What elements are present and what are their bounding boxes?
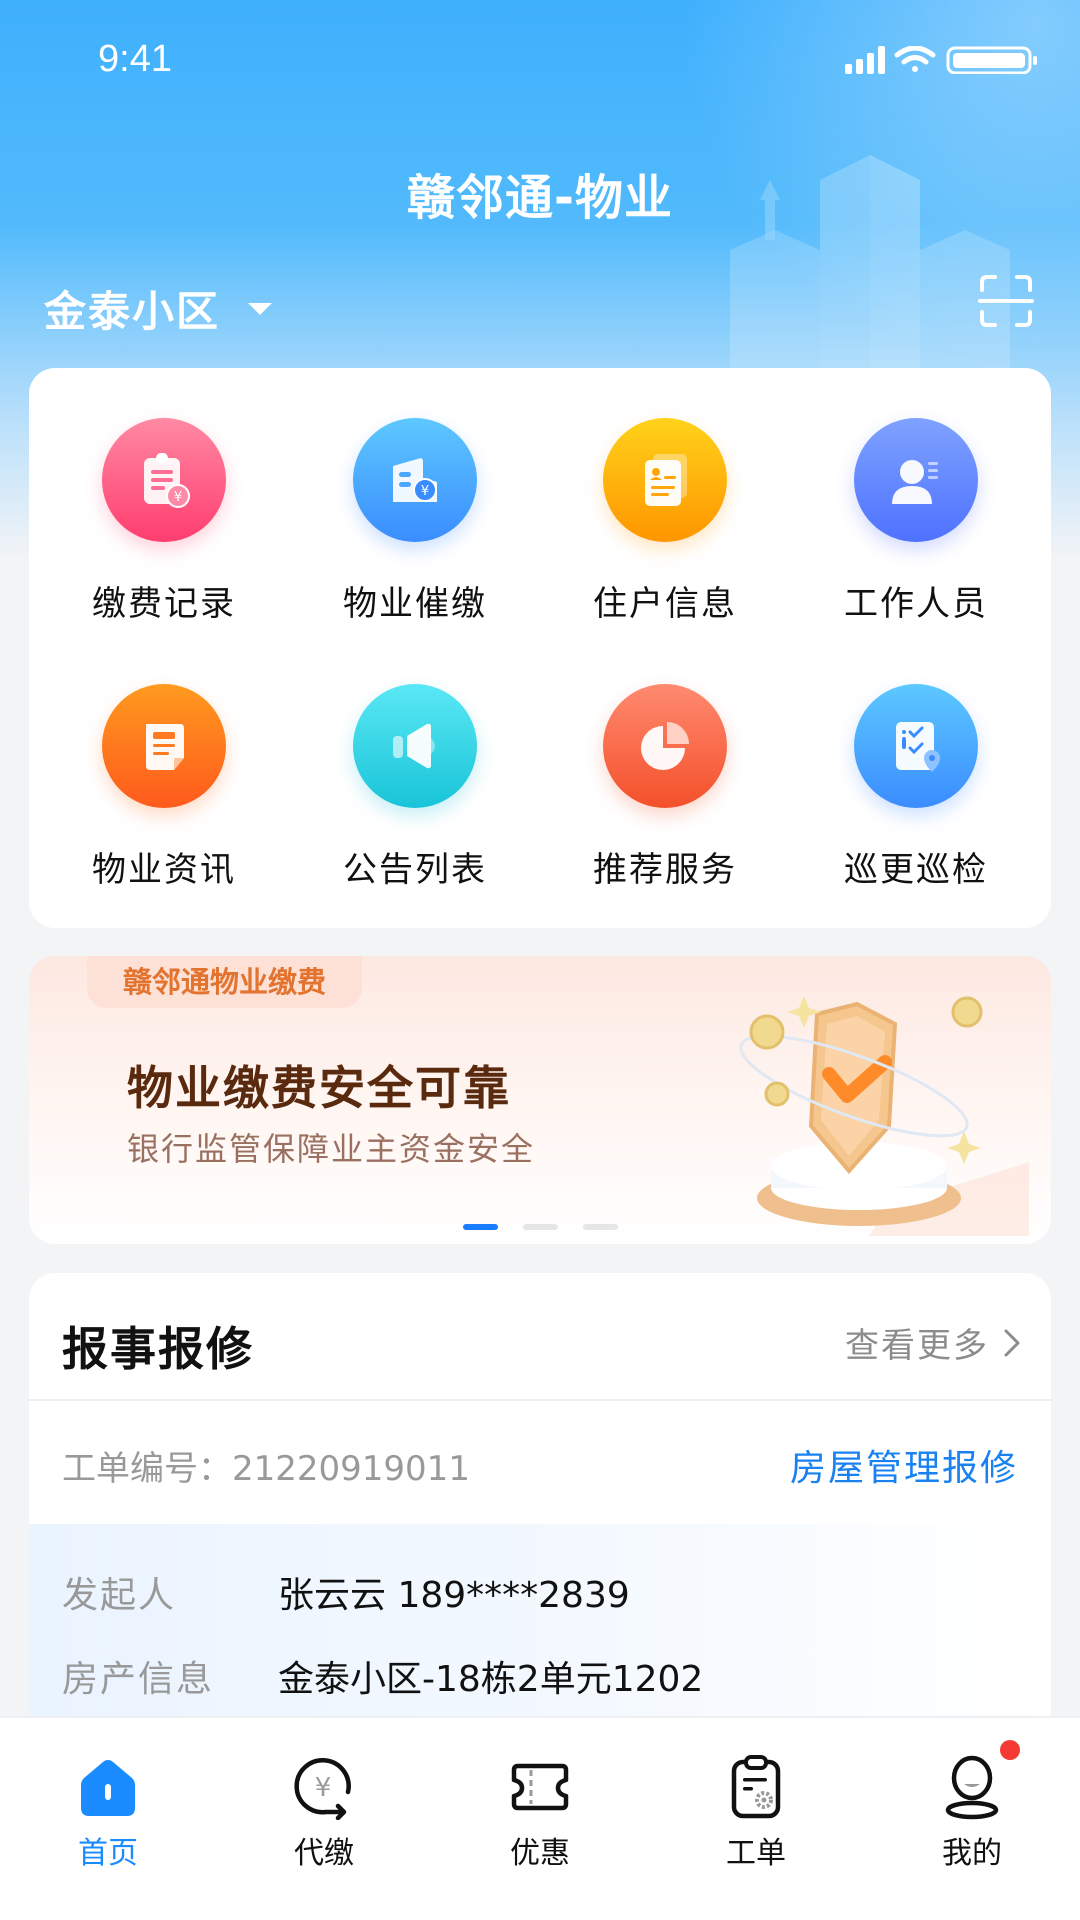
- divider: [29, 1399, 1051, 1401]
- svg-text:¥: ¥: [174, 490, 182, 505]
- scan-icon[interactable]: [978, 274, 1034, 328]
- tab-proxy-pay[interactable]: ¥ 代缴: [216, 1718, 432, 1920]
- info-row-property: 房产信息 金泰小区-18栋2单元1202: [62, 1650, 703, 1702]
- caret-down-icon: [248, 302, 273, 315]
- order-number-row: 工单编号：21220919011: [62, 1441, 470, 1490]
- tab-label: 我的: [942, 1836, 1002, 1871]
- community-name: 金泰小区: [44, 287, 221, 336]
- carousel-dot-2[interactable]: [523, 1224, 558, 1230]
- menu-label: 巡更巡检: [844, 850, 988, 890]
- status-time: 9:41: [98, 38, 172, 80]
- fee-reminder-icon: ¥: [353, 418, 477, 542]
- resident-info-icon: [603, 418, 727, 542]
- menu-item-staff[interactable]: 工作人员: [791, 368, 1041, 624]
- app-title: 赣邻通-物业: [407, 170, 673, 226]
- info-label: 房产信息: [62, 1659, 215, 1700]
- bottom-tab-bar: 首页 ¥ 代缴 优惠 工单 我的: [0, 1716, 1080, 1920]
- wifi-icon: [894, 46, 936, 72]
- banner-subtitle: 银行监管保障业主资金安全: [127, 1130, 536, 1168]
- status-bar: 9:41: [0, 0, 1080, 120]
- tab-coupon[interactable]: 优惠: [432, 1718, 648, 1920]
- work-order-icon: [731, 1755, 781, 1819]
- profile-icon: [945, 1755, 999, 1820]
- tab-home[interactable]: 首页: [0, 1718, 216, 1920]
- menu-item-recommend-service[interactable]: 推荐服务: [540, 634, 790, 890]
- order-number: 21220919011: [232, 1449, 470, 1489]
- menu-item-payment-record[interactable]: ¥ 缴费记录: [39, 368, 289, 624]
- svg-text:¥: ¥: [421, 484, 429, 499]
- staff-icon: [854, 418, 978, 542]
- home-icon: [81, 1760, 135, 1816]
- view-more-label: 查看更多: [845, 1326, 989, 1366]
- coupon-icon: [511, 1763, 569, 1811]
- promo-banner[interactable]: 赣邻通物业缴费 物业缴费安全可靠 银行监管保障业主资金安全: [29, 956, 1051, 1244]
- info-value: 张云云 189****2839: [278, 1575, 630, 1616]
- news-icon: [102, 684, 226, 808]
- repair-card: 报事报修 查看更多 工单编号：21220919011 房屋管理报修 发起人 张云…: [29, 1273, 1051, 1793]
- chevron-right-icon: [1004, 1329, 1020, 1356]
- quick-menu-card: ¥ 缴费记录 ¥ 物业催缴 住户信息 工作人员 物业资讯 公告列表 推荐服务 巡…: [29, 368, 1051, 928]
- info-value: 金泰小区-18栋2单元1202: [278, 1659, 704, 1700]
- menu-item-patrol-inspection[interactable]: 巡更巡检: [791, 634, 1041, 890]
- carousel-dot-3[interactable]: [583, 1224, 618, 1230]
- menu-label: 住户信息: [593, 584, 737, 624]
- shield-check-illustration-icon: [739, 996, 1029, 1236]
- proxy-pay-icon: ¥: [294, 1757, 351, 1820]
- announcement-icon: [353, 684, 477, 808]
- info-label: 发起人: [62, 1575, 177, 1616]
- menu-label: 公告列表: [343, 850, 487, 890]
- svg-text:¥: ¥: [315, 1773, 332, 1803]
- menu-item-resident-info[interactable]: 住户信息: [540, 368, 790, 624]
- section-title: 报事报修: [62, 1322, 254, 1376]
- carousel-dot-1[interactable]: [463, 1224, 498, 1230]
- view-more-link[interactable]: 查看更多: [845, 1318, 1021, 1367]
- order-type-link[interactable]: 房屋管理报修: [790, 1439, 1018, 1491]
- tab-work-order[interactable]: 工单: [648, 1718, 864, 1920]
- payment-record-icon: ¥: [102, 418, 226, 542]
- patrol-inspection-icon: [854, 684, 978, 808]
- carousel-indicator: [463, 1224, 643, 1230]
- menu-item-fee-reminder[interactable]: ¥ 物业催缴: [290, 368, 540, 624]
- tab-label: 首页: [78, 1836, 138, 1871]
- community-selector[interactable]: 金泰小区: [44, 278, 273, 339]
- notification-badge: [1000, 1740, 1020, 1760]
- recommend-service-icon: [603, 684, 727, 808]
- tab-profile[interactable]: 我的: [864, 1718, 1080, 1920]
- info-row-initiator: 发起人 张云云 189****2839: [62, 1566, 630, 1618]
- battery-icon: [946, 46, 1037, 74]
- banner-title: 物业缴费安全可靠: [127, 1061, 511, 1115]
- tab-label: 优惠: [510, 1836, 570, 1871]
- menu-item-announcement[interactable]: 公告列表: [290, 634, 540, 890]
- status-icons: [845, 46, 1037, 74]
- menu-label: 物业催缴: [343, 584, 487, 624]
- menu-label: 工作人员: [844, 584, 988, 624]
- order-number-label: 工单编号：: [62, 1449, 232, 1489]
- menu-label: 推荐服务: [593, 850, 737, 890]
- tab-label: 工单: [726, 1836, 786, 1871]
- signal-icon: [845, 46, 885, 74]
- menu-label: 物业资讯: [92, 850, 236, 890]
- banner-tag: 赣邻通物业缴费: [87, 956, 363, 1008]
- menu-label: 缴费记录: [92, 584, 236, 624]
- menu-item-news[interactable]: 物业资讯: [39, 634, 289, 890]
- tab-label: 代缴: [294, 1836, 354, 1871]
